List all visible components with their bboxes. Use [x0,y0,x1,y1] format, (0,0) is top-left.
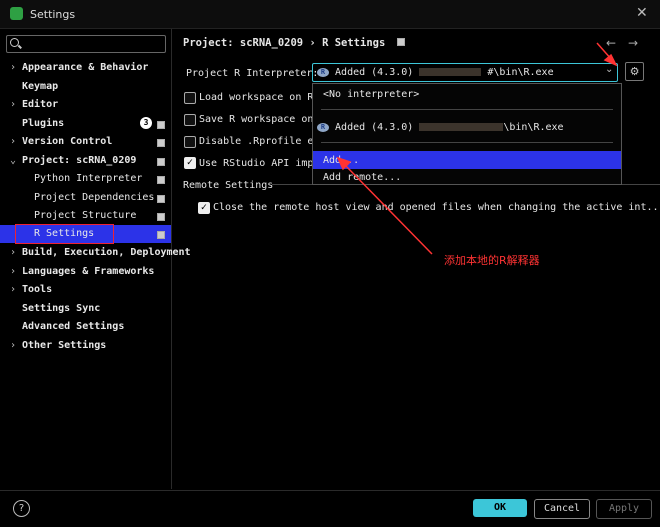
plugins-update-badge: 3 [140,117,152,129]
disable-rprofile-checkbox[interactable] [184,136,196,148]
sidebar-item-label: Build, Execution, Deployment [22,247,191,258]
sidebar-item-other-settings[interactable]: › Other Settings [0,337,171,355]
chevron-right-icon: › [10,340,17,351]
redacted-path [419,68,482,76]
disable-rprofile-label: Disable .Rprofile ex [199,136,320,147]
sidebar-item-label: Languages & Frameworks [22,266,155,277]
sidebar-item-python-interpreter[interactable]: Python Interpreter [0,170,171,188]
sidebar-item-editor[interactable]: › Editor [0,96,171,114]
dropdown-item-label: Add remote... [323,172,402,183]
sidebar-item-build-execution[interactable]: › Build, Execution, Deployment [0,244,191,262]
r-logo-icon: R [317,122,329,132]
interpreter-path-suffix: #\bin\R.exe [487,67,554,78]
back-arrow-icon[interactable]: ← [606,36,616,50]
dropdown-separator [321,142,613,143]
help-icon[interactable]: ? [13,500,30,517]
project-level-icon [396,38,405,46]
chevron-right-icon: › [10,266,17,277]
chevron-down-icon: ⌄ [605,64,614,75]
cancel-button[interactable]: Cancel [534,499,590,519]
dropdown-separator [321,109,613,110]
project-level-icon [157,176,165,184]
dropdown-item-add[interactable]: Add... [313,151,621,169]
app-icon [10,7,23,20]
sidebar-item-label: Tools [22,284,53,295]
sidebar-item-label: Project Structure [34,210,137,221]
r-settings-highlight-box [15,224,114,244]
rstudio-api-label: Use RStudio API impl [199,158,320,169]
sidebar-item-languages[interactable]: › Languages & Frameworks [0,263,171,281]
close-remote-label: Close the remote host view and opened fi… [213,202,660,213]
sidebar-item-label: Other Settings [22,340,107,351]
search-icon [10,38,19,47]
added-path-suffix: \bin\R.exe [503,122,564,133]
sidebar-item-label: Appearance & Behavior [22,62,149,73]
settings-sidebar: › Appearance & Behavior Keymap › Editor … [0,29,191,489]
breadcrumb-text: Project: scRNA_0209 › R Settings [183,37,386,49]
project-level-icon [157,195,165,203]
close-icon[interactable]: ✕ [636,5,648,21]
gear-icon[interactable]: ⚙ [625,62,644,81]
sidebar-item-label: Project Dependencies [34,192,155,203]
sidebar-item-settings-sync[interactable]: Settings Sync [0,300,171,318]
annotation-text: 添加本地的R解释器 [444,254,540,267]
apply-button[interactable]: Apply [596,499,652,519]
save-workspace-label: Save R workspace on [199,114,314,125]
sidebar-item-label: Settings Sync [22,303,101,314]
redacted-path [419,123,504,131]
sidebar-item-project[interactable]: ⌄ Project: scRNA_0209 [0,152,171,170]
sidebar-item-appearance[interactable]: › Appearance & Behavior [0,59,171,77]
dropdown-item-label: Add... [323,155,360,166]
interpreter-select[interactable]: R Added (4.3.0) #\bin\R.exe ⌄ [312,63,618,82]
chevron-right-icon: › [10,284,17,295]
project-level-icon [157,213,165,221]
sidebar-item-label: Editor [22,99,59,110]
save-workspace-checkbox[interactable] [184,114,196,126]
chevron-right-icon: › [10,247,17,258]
sidebar-item-tools[interactable]: › Tools [0,281,171,299]
sidebar-item-keymap[interactable]: Keymap [0,78,171,96]
sidebar-item-advanced-settings[interactable]: Advanced Settings [0,318,171,336]
forward-arrow-icon[interactable]: → [628,36,638,50]
interpreter-value: R Added (4.3.0) #\bin\R.exe [317,67,554,78]
interpreter-label: Project R Interpreter: [186,68,319,79]
sidebar-item-label: Python Interpreter [34,173,143,184]
chevron-right-icon: › [10,62,17,73]
rstudio-api-checkbox[interactable]: ✓ [184,157,196,169]
project-level-icon [157,231,165,239]
sidebar-item-label: Version Control [22,136,113,147]
remote-settings-title: Remote Settings [183,180,274,191]
dropdown-item-add-remote[interactable]: Add remote... [313,168,621,186]
interpreter-dropdown: <No interpreter> R Added (4.3.0) \bin\R.… [312,83,622,185]
sidebar-item-label: Keymap [22,81,59,92]
sidebar-item-project-structure[interactable]: Project Structure [0,207,171,225]
sidebar-item-label: Project: scRNA_0209 [22,155,137,166]
window-title: Settings [30,8,76,21]
ok-button[interactable]: OK [473,499,527,517]
load-workspace-checkbox[interactable] [184,92,196,104]
close-remote-checkbox[interactable]: ✓ [198,202,210,214]
sidebar-item-label: Advanced Settings [22,321,125,332]
dropdown-item-label: <No interpreter> [323,89,420,100]
load-workspace-label: Load workspace on R [199,92,314,103]
chevron-right-icon: › [10,136,17,147]
chevron-down-icon: ⌄ [10,155,17,166]
project-level-icon [157,158,165,166]
search-input[interactable] [6,35,166,53]
project-level-icon [157,121,165,129]
chevron-right-icon: › [10,99,17,110]
breadcrumb: Project: scRNA_0209 › R Settings [183,37,405,49]
title-bar: Settings ✕ [0,0,660,29]
r-logo-icon: R [317,67,329,77]
sidebar-item-project-dependencies[interactable]: Project Dependencies [0,189,171,207]
dropdown-item-label: R Added (4.3.0) \bin\R.exe [317,122,564,133]
interpreter-version: Added (4.3.0) [335,67,414,78]
project-level-icon [157,139,165,147]
sidebar-item-label: Plugins [22,118,65,129]
added-version: Added (4.3.0) [335,122,414,133]
dropdown-item-added[interactable]: R Added (4.3.0) \bin\R.exe [313,118,621,136]
sidebar-item-version-control[interactable]: › Version Control [0,133,171,151]
dropdown-item-no-interpreter[interactable]: <No interpreter> [313,85,621,103]
